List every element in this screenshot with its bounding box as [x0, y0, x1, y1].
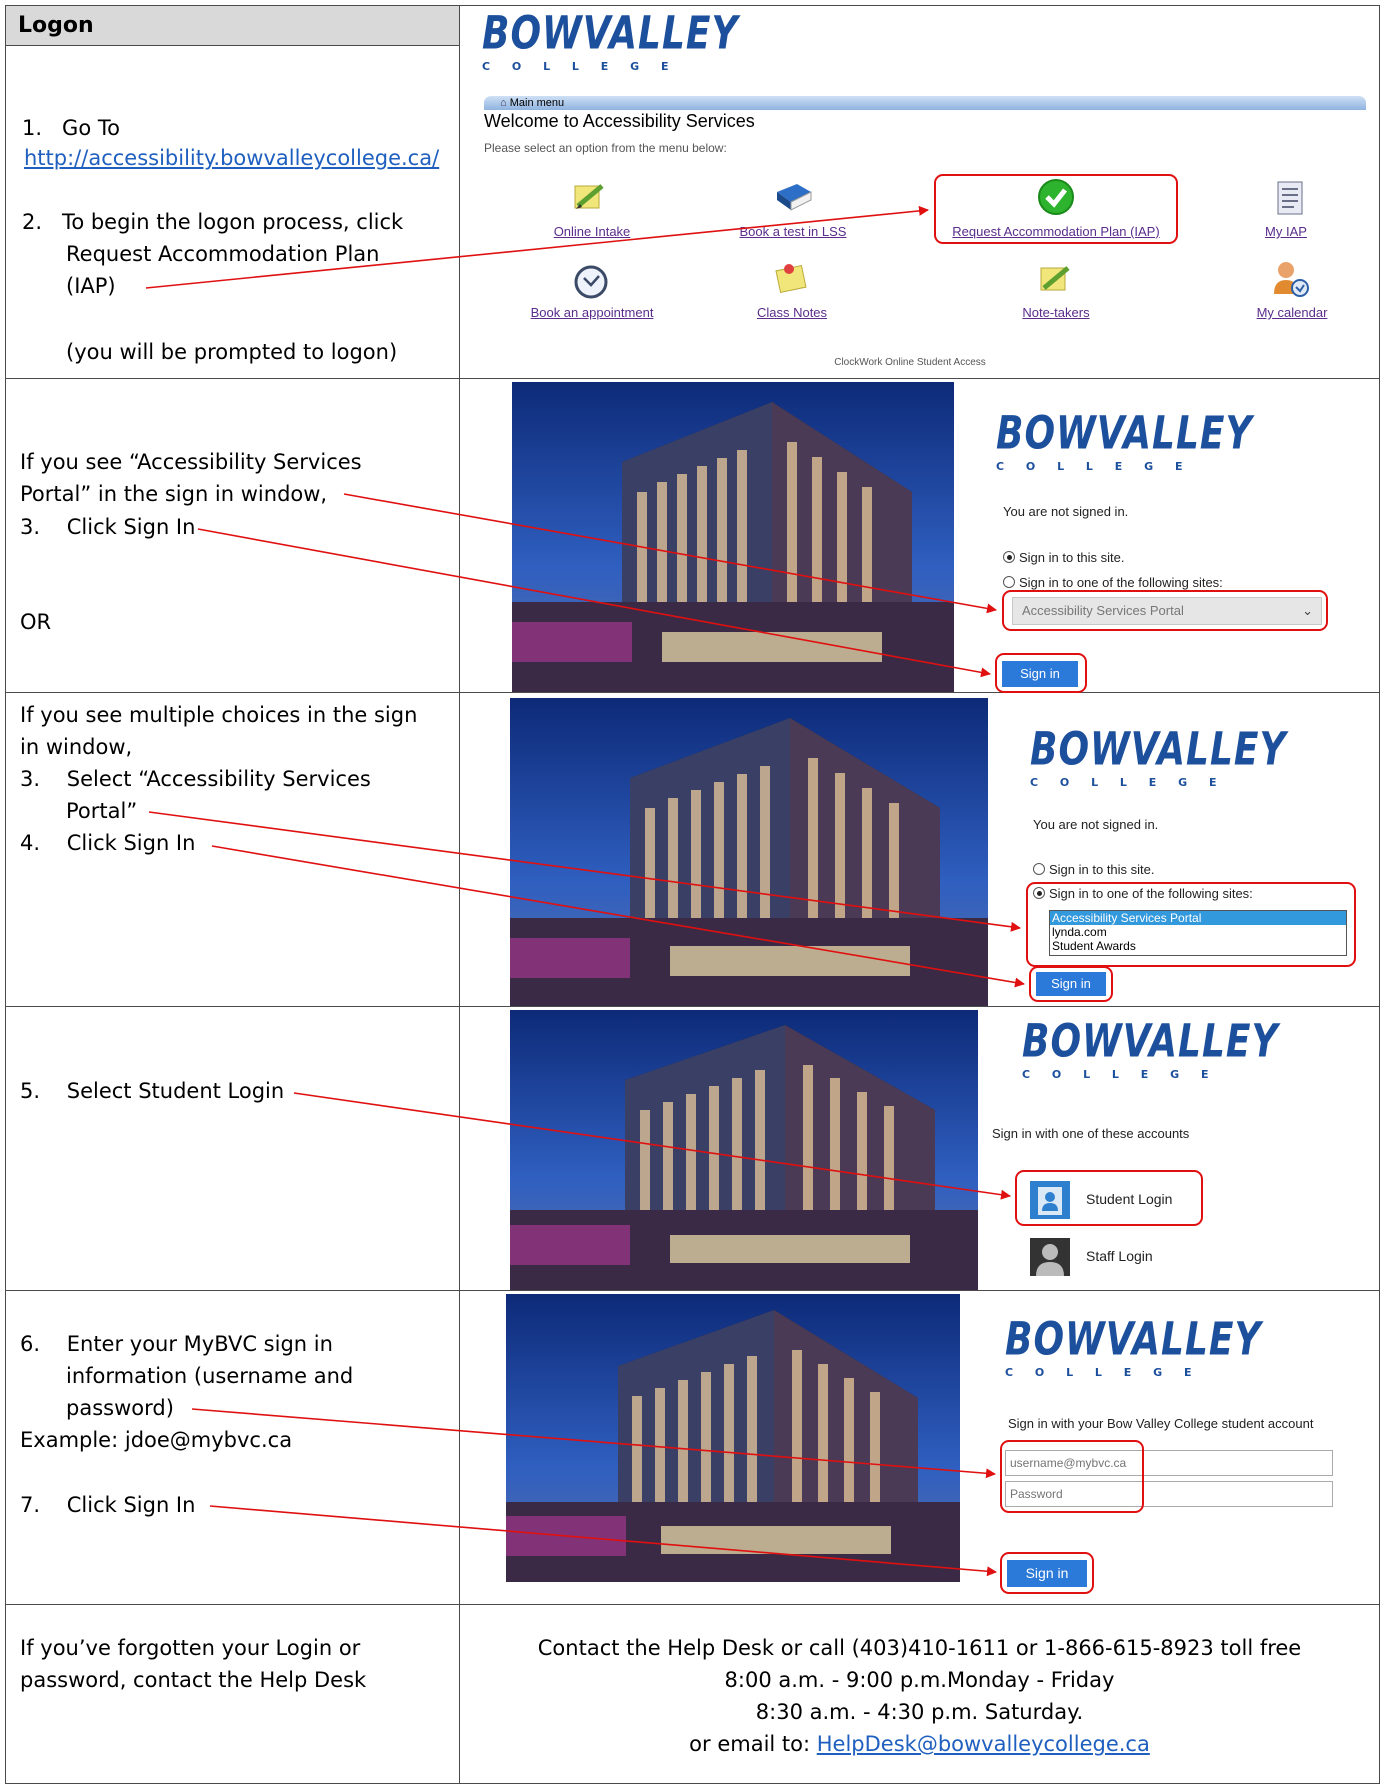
arrow-to-credentials — [191, 1408, 996, 1479]
arrow-to-request-iap — [145, 205, 929, 289]
arrow-to-student-login — [293, 1092, 1011, 1200]
arrow-to-site-list — [148, 811, 1021, 932]
arrow-to-sign-in — [209, 1505, 997, 1577]
annotation-arrows — [145, 205, 1025, 1577]
arrow-to-site-select — [343, 493, 997, 614]
arrow-to-sign-in — [211, 845, 1025, 988]
arrow-to-sign-in — [197, 528, 991, 678]
